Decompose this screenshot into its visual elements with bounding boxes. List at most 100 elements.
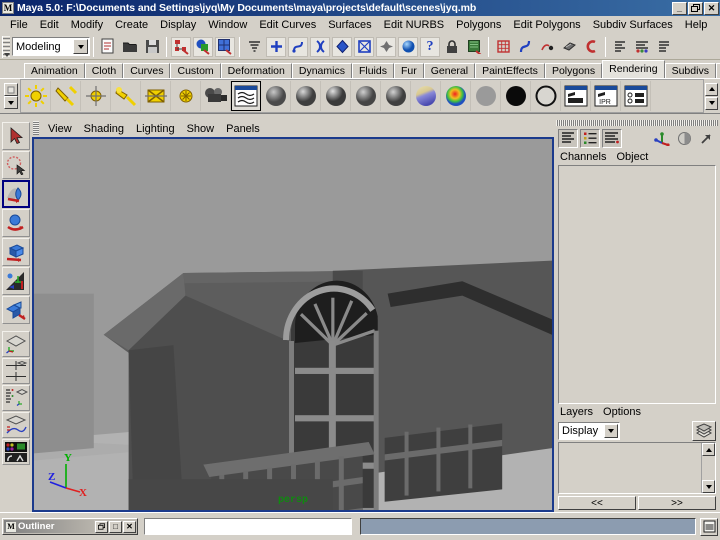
viewport-menu-lighting[interactable]: Lighting — [130, 123, 181, 135]
minimize-button[interactable]: _ — [672, 1, 687, 15]
layer-list-area[interactable] — [559, 443, 701, 493]
shelf-tab-subdivs[interactable]: Subdivs — [664, 63, 716, 78]
render-region-icon[interactable] — [464, 37, 484, 57]
select-by-object-type-icon[interactable] — [193, 36, 213, 57]
layer-list-scrollbar[interactable] — [701, 443, 715, 493]
attribute-list-icon[interactable] — [580, 128, 600, 148]
command-input-field[interactable] — [144, 518, 352, 535]
phong-material-icon[interactable] — [321, 81, 351, 111]
channel-box-menu-channels[interactable]: Channels — [560, 151, 606, 163]
shelf-tab-deformation[interactable]: Deformation — [220, 63, 292, 78]
layer-next-button[interactable]: >> — [638, 496, 716, 510]
layered-shader-icon[interactable] — [441, 81, 471, 111]
menu-edit[interactable]: Edit — [34, 18, 65, 32]
layer-menu-options[interactable]: Options — [603, 406, 641, 418]
viewport-menu-shading[interactable]: Shading — [78, 123, 130, 135]
spot-light-icon[interactable] — [111, 81, 141, 111]
shading-map-icon[interactable] — [531, 81, 561, 111]
shelf-tab-cloth[interactable]: Cloth — [84, 63, 124, 78]
minimized-outliner-window[interactable]: M Outliner □ ✕ — [2, 518, 138, 535]
layer-menu-layers[interactable]: Layers — [560, 406, 593, 418]
menu-edit-polygons[interactable]: Edit Polygons — [507, 18, 586, 32]
volume-light-icon[interactable] — [171, 81, 201, 111]
channel-box-menu-object[interactable]: Object — [616, 151, 648, 163]
ambient-light-icon[interactable] — [21, 81, 51, 111]
viewport-menu-view[interactable]: View — [42, 123, 78, 135]
help-icon[interactable]: ? — [420, 36, 440, 57]
shelf-scroll-down-button[interactable] — [705, 96, 718, 110]
save-scene-icon[interactable] — [142, 37, 162, 57]
ramp-shader-icon[interactable] — [411, 81, 441, 111]
shelf-tab-custom[interactable]: Custom — [170, 63, 221, 78]
ipr-sphere-icon[interactable] — [398, 36, 418, 57]
lasso-tool[interactable] — [2, 151, 30, 179]
viewport-grip[interactable] — [33, 121, 39, 135]
shelf-tab-fluids[interactable]: Fluids — [351, 63, 394, 78]
shelf-tab-dynamics[interactable]: Dynamics — [291, 63, 352, 78]
lambert-material-icon[interactable] — [261, 81, 291, 111]
rotate-tool[interactable] — [2, 238, 30, 266]
render-globals-icon[interactable] — [621, 81, 651, 111]
menu-edit-nurbs[interactable]: Edit NURBS — [378, 18, 451, 32]
snap-view-plane-icon[interactable] — [332, 36, 352, 57]
layout-hypershade-persp[interactable] — [2, 439, 30, 465]
minimized-maximize-button[interactable]: □ — [109, 520, 122, 533]
channel-box-layer-editor-icon[interactable] — [602, 128, 622, 148]
curve-edit-icon[interactable] — [515, 37, 535, 57]
menu-help[interactable]: Help — [679, 18, 714, 32]
layer-prev-button[interactable]: << — [558, 496, 636, 510]
channel-box-layout-icon[interactable] — [558, 128, 578, 148]
menu-display[interactable]: Display — [154, 18, 202, 32]
move-tool[interactable] — [2, 209, 30, 237]
phonge-material-icon[interactable] — [351, 81, 381, 111]
directional-light-icon[interactable] — [51, 81, 81, 111]
menu-create[interactable]: Create — [109, 18, 154, 32]
menu-set-selector[interactable]: Modeling — [12, 37, 90, 56]
camera-icon[interactable] — [201, 81, 231, 111]
attribute-editor-toggle-icon[interactable] — [632, 37, 652, 57]
new-scene-icon[interactable] — [98, 37, 118, 57]
select-by-hierarchy-icon[interactable] — [171, 36, 191, 57]
menu-subdiv-surfaces[interactable]: Subdiv Surfaces — [587, 18, 679, 32]
render-view-icon[interactable] — [231, 81, 261, 111]
statusline-grip[interactable] — [2, 35, 10, 58]
menu-polygons[interactable]: Polygons — [450, 18, 507, 32]
snap-point-icon[interactable] — [310, 36, 330, 57]
viewport-menu-show[interactable]: Show — [181, 123, 221, 135]
open-scene-icon[interactable] — [120, 37, 140, 57]
point-light-icon[interactable] — [81, 81, 111, 111]
right-panel-grip[interactable] — [556, 120, 718, 127]
layout-single-perspective[interactable] — [2, 331, 30, 357]
channel-box-toggle-icon[interactable] — [610, 37, 630, 57]
perspective-viewport[interactable]: Y Z X persp — [32, 137, 554, 512]
shelf-overflow-button[interactable] — [4, 96, 18, 109]
layer-list[interactable] — [558, 442, 716, 494]
show-manipulator-tool[interactable] — [2, 296, 30, 324]
minimized-close-button[interactable]: ✕ — [123, 520, 136, 533]
shelf-scroll-up-button[interactable] — [705, 82, 718, 96]
make-live-icon[interactable] — [376, 36, 396, 57]
lock-icon[interactable] — [442, 37, 462, 57]
menu-modify[interactable]: Modify — [65, 18, 109, 32]
layout-outliner-persp[interactable] — [2, 385, 30, 411]
restore-button[interactable] — [688, 1, 703, 15]
axis-manipulator-icon[interactable] — [652, 128, 672, 148]
render-current-frame-icon[interactable] — [561, 81, 591, 111]
shading-toggle-icon[interactable] — [674, 128, 694, 148]
layer-scroll-up-button[interactable] — [702, 443, 715, 456]
paint-selection-tool[interactable] — [2, 180, 30, 208]
show-manipulator-tool-icon[interactable] — [493, 37, 513, 57]
shelf-tab-polygons[interactable]: Polygons — [544, 63, 603, 78]
command-feedback-field[interactable] — [360, 518, 696, 535]
menu-file[interactable]: File — [4, 18, 34, 32]
arrow-expand-icon[interactable] — [696, 128, 716, 148]
tool-settings-toggle-icon[interactable] — [654, 37, 674, 57]
chevron-down-icon[interactable] — [73, 39, 88, 54]
select-tool[interactable] — [2, 122, 30, 150]
shelf-tab-painteffects[interactable]: PaintEffects — [475, 63, 545, 78]
scale-tool[interactable] — [2, 267, 30, 295]
magnet-icon[interactable] — [581, 37, 601, 57]
anisotropic-material-icon[interactable] — [381, 81, 411, 111]
shelf-tab-menu-button[interactable] — [4, 83, 18, 96]
layer-display-mode-select[interactable]: Display — [558, 422, 620, 440]
